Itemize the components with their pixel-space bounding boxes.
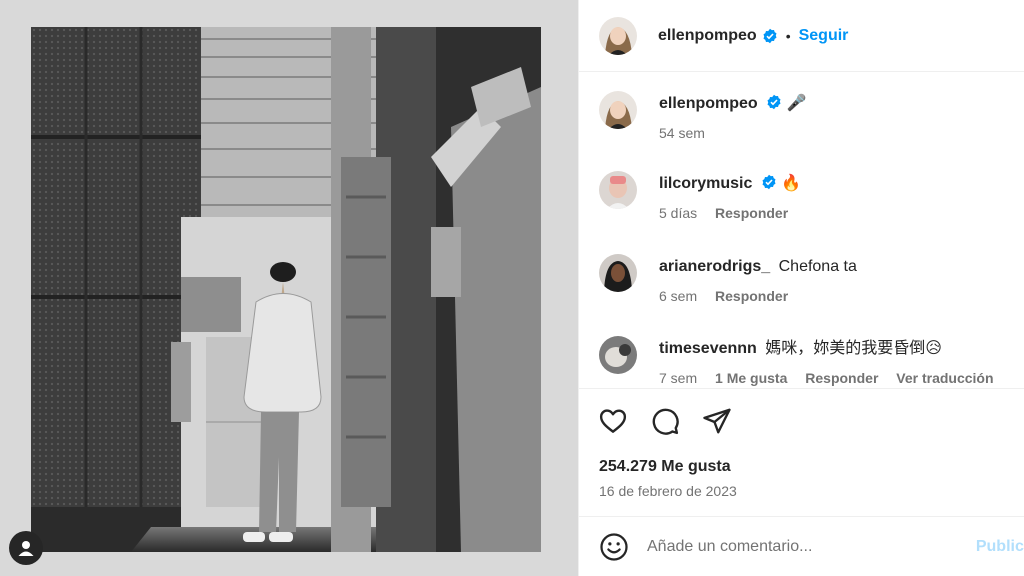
comment-time[interactable]: 7 sem [659,370,697,386]
comment-text: 🔥 [781,175,802,192]
comment-avatar[interactable] [599,171,637,209]
comment-avatar[interactable] [599,254,637,292]
author-avatar[interactable] [599,16,637,55]
comment-time[interactable]: 5 días [659,205,697,221]
heart-icon [599,409,627,433]
verified-badge-icon [767,94,781,110]
reply-button[interactable]: Responder [805,370,878,386]
comment-item: arianerodrigs_ Chefona ta 6 sem Responde… [599,254,857,304]
comment-avatar[interactable] [599,336,637,374]
comment-icon [652,408,679,435]
comment-time[interactable]: 6 sem [659,288,697,304]
verified-badge-icon [762,174,776,190]
comment-avatar[interactable] [599,91,637,129]
translate-button[interactable]: Ver traducción [896,370,993,386]
likes-count[interactable]: 254.279 Me gusta [599,458,731,476]
follow-button[interactable]: Seguir [799,27,849,45]
comment-likes[interactable]: 1 Me gusta [715,370,787,386]
like-button[interactable] [597,405,629,437]
comment-text: 🎤 [786,95,807,112]
reply-button[interactable]: Responder [715,205,788,221]
verified-badge-icon [763,28,777,43]
header-separator: • [785,27,791,44]
reply-button[interactable]: Responder [715,288,788,304]
post-photo[interactable] [31,27,541,552]
comment-username[interactable]: arianerodrigs_ [659,258,770,275]
comment-username[interactable]: ellenpompeo [659,95,758,112]
comment-input[interactable] [647,537,967,556]
share-button[interactable] [701,405,733,437]
caption-comment: ellenpompeo 🎤 54 sem [599,91,807,141]
post-side-panel: ellenpompeo • Seguir ellenpompeo 🎤 54 se… [578,0,1024,576]
comment-item: timesevennn 媽咪，妳美的我要昏倒😥 7 sem 1 Me gusta… [599,336,1008,386]
comment-item: lilcorymusic 🔥 5 días Responder [599,171,802,221]
post-actions: 254.279 Me gusta 16 de febrero de 2023 [579,388,1024,516]
media-panel [0,0,578,576]
comment-button[interactable] [649,405,681,437]
post-photo-image [31,27,541,552]
comment-text: Chefona ta [778,258,857,275]
user-icon [18,541,34,556]
post-date[interactable]: 16 de febrero de 2023 [599,483,737,499]
post-header: ellenpompeo • Seguir [579,0,1024,72]
add-comment-bar: Publicar [579,516,1024,576]
comment-time[interactable]: 54 sem [659,125,705,141]
emoji-icon[interactable] [599,532,629,562]
author-username[interactable]: ellenpompeo [658,27,757,45]
profile-button[interactable] [9,531,43,565]
comment-username[interactable]: timesevennn [659,340,757,357]
comment-username[interactable]: lilcorymusic [659,175,752,192]
comments-list[interactable]: ellenpompeo 🎤 54 sem lilcorymusic 🔥 5 dí… [579,73,1024,387]
comment-text: 媽咪，妳美的我要昏倒😥 [765,340,942,357]
publish-button[interactable]: Publicar [976,538,1024,556]
share-icon [703,408,731,434]
